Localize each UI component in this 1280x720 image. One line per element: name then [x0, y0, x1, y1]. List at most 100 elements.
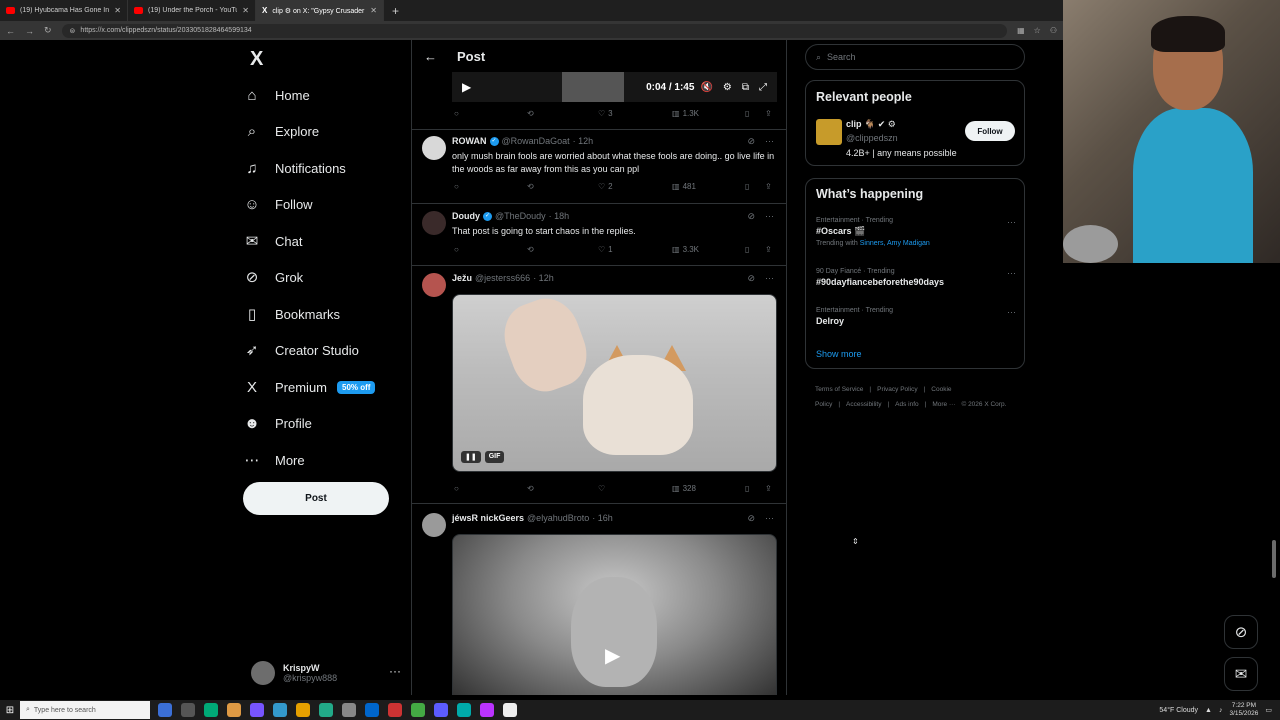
repost-icon[interactable]: ⟲ — [527, 109, 534, 118]
sidebar-item-chat[interactable]: ✉ Chat — [243, 226, 303, 256]
person-handle[interactable]: @clippedszn — [846, 133, 898, 143]
clock[interactable]: 7:22 PM 3/15/2026 — [1229, 702, 1258, 718]
app-icon[interactable] — [480, 703, 494, 717]
more-options-icon[interactable]: ··· — [1007, 307, 1016, 317]
bookmark-icon[interactable]: ▯ — [745, 109, 749, 118]
share-icon[interactable]: ⇪ — [765, 182, 772, 191]
gif-media[interactable]: ❚❚ GIF — [452, 294, 777, 472]
reply-icon[interactable]: ○ — [454, 245, 459, 254]
like-button[interactable]: ♡ 1 — [598, 245, 613, 254]
reload-icon[interactable]: ↻ — [44, 25, 52, 36]
like-button[interactable]: ♡ — [598, 484, 605, 493]
views-button[interactable]: ▥ 481 — [672, 182, 696, 191]
reply-tweet[interactable]: ROWAN ✓ @RowanDaGoat · 12h ⊘ ··· only mus… — [412, 136, 786, 204]
sidebar-item-more[interactable]: ⋯ More — [243, 445, 305, 475]
grok-icon[interactable]: ⊘ — [1224, 615, 1258, 649]
author-name[interactable]: jéwsR nickGeers — [452, 513, 524, 523]
trend-item[interactable]: Entertainment · Trending Delroy ··· — [816, 307, 1016, 326]
trend-item[interactable]: 90 Day Fiancé · Trending #90dayfiancebef… — [816, 268, 1016, 287]
grok-icon[interactable]: ⊘ — [747, 513, 755, 524]
more-options-icon[interactable]: ··· — [765, 211, 774, 222]
more-options-icon[interactable]: ··· — [765, 273, 774, 284]
views-button[interactable]: ▥ 328 — [672, 484, 696, 493]
tweet-time[interactable]: · 16h — [592, 513, 613, 523]
bookmark-icon[interactable]: ▯ — [745, 245, 749, 254]
share-icon[interactable]: ⇪ — [765, 484, 772, 493]
reply-tweet[interactable]: jéwsR nickGeers @elyahudBroto · 16h ⊘ ···… — [412, 513, 786, 695]
back-arrow-icon[interactable]: ← — [424, 49, 437, 64]
show-more-link[interactable]: Show more — [816, 349, 862, 359]
play-icon[interactable]: ▶ — [462, 80, 480, 94]
network-icon[interactable]: ▲ — [1205, 707, 1212, 714]
avatar[interactable] — [422, 513, 446, 537]
author-handle[interactable]: @TheDoudy — [495, 211, 546, 221]
reply-icon[interactable]: ○ — [454, 109, 459, 118]
tweet-time[interactable]: · 12h — [573, 136, 594, 146]
weather-text[interactable]: 54°F Cloudy — [1159, 707, 1198, 714]
back-arrow-icon[interactable]: ← — [6, 26, 15, 36]
site-info-icon[interactable]: ⊜ — [70, 27, 76, 35]
views-button[interactable]: ▥ 1.3K — [672, 109, 699, 118]
like-button[interactable]: ♡ 2 — [598, 182, 613, 191]
footer-link[interactable]: Ads info — [895, 401, 919, 408]
account-switcher[interactable]: KrispyW @krispyw888 ··· — [251, 658, 401, 688]
x-logo[interactable]: X — [250, 48, 263, 71]
fullscreen-icon[interactable]: ⤢ — [759, 82, 767, 93]
sidebar-item-grok[interactable]: ⊘ Grok — [243, 262, 303, 292]
forward-arrow-icon[interactable]: → — [25, 26, 34, 36]
avatar[interactable] — [816, 119, 842, 145]
settings-icon[interactable]: ⚙ — [723, 82, 732, 93]
app-icon[interactable] — [227, 703, 241, 717]
messages-icon[interactable]: ✉ — [1224, 657, 1258, 691]
extensions-icon[interactable]: ▦ — [1017, 26, 1025, 35]
footer-link[interactable]: Terms of Service — [815, 386, 863, 393]
app-icon[interactable] — [342, 703, 356, 717]
grok-icon[interactable]: ⊘ — [747, 273, 755, 284]
close-tab-icon[interactable]: ✕ — [242, 6, 249, 15]
app-icon[interactable] — [250, 703, 264, 717]
tweet-time[interactable]: · 12h — [533, 273, 554, 283]
post-button[interactable]: Post — [243, 482, 389, 515]
repost-icon[interactable]: ⟲ — [527, 182, 534, 191]
sidebar-item-profile[interactable]: ☻ Profile — [243, 408, 312, 438]
search-input[interactable]: ⌕ Search — [805, 44, 1025, 70]
app-icon[interactable] — [388, 703, 402, 717]
new-tab-icon[interactable]: + — [384, 4, 407, 18]
app-icon[interactable] — [158, 703, 172, 717]
profile-icon[interactable]: ⚇ — [1050, 26, 1057, 35]
volume-icon[interactable]: ♪ — [1219, 707, 1223, 714]
footer-link[interactable]: Privacy Policy — [877, 386, 917, 393]
author-handle[interactable]: @jesterss666 — [475, 273, 530, 283]
picture-in-picture-icon[interactable]: ⧉ — [742, 82, 749, 93]
footer-link[interactable]: More ··· — [932, 401, 955, 408]
app-icon[interactable] — [434, 703, 448, 717]
follow-button[interactable]: Follow — [965, 121, 1015, 141]
bookmark-icon[interactable]: ▯ — [745, 484, 749, 493]
share-icon[interactable]: ⇪ — [765, 109, 772, 118]
trend-item[interactable]: Entertainment · Trending #Oscars 🎬 Trend… — [816, 217, 1016, 247]
views-button[interactable]: ▥ 3.3K — [672, 245, 699, 254]
author-handle[interactable]: @RowanDaGoat — [502, 136, 570, 146]
favorite-icon[interactable]: ☆ — [1034, 26, 1041, 35]
sidebar-item-premium[interactable]: X Premium 50% off — [243, 372, 376, 402]
video-media[interactable]: ▶ — [452, 534, 777, 695]
footer-link[interactable]: © 2026 X Corp. — [961, 401, 1006, 408]
browser-tab[interactable]: (19) Hyubcama Has Gone Insane! ✕ — [0, 0, 128, 21]
app-icon[interactable] — [457, 703, 471, 717]
close-tab-icon[interactable]: ✕ — [370, 6, 377, 15]
grok-icon[interactable]: ⊘ — [747, 136, 755, 147]
close-tab-icon[interactable]: ✕ — [114, 6, 121, 15]
author-name[interactable]: Ježu — [452, 273, 472, 283]
person-name[interactable]: clip 🐐 ✔ ⚙ — [846, 119, 896, 130]
sidebar-item-bookmarks[interactable]: ▯ Bookmarks — [243, 299, 340, 329]
reply-icon[interactable]: ○ — [454, 484, 459, 493]
sidebar-item-explore[interactable]: ⌕ Explore — [243, 116, 319, 146]
scrollbar[interactable] — [1272, 540, 1276, 578]
sidebar-item-notifications[interactable]: ♫ Notifications — [243, 153, 345, 183]
app-icon[interactable] — [296, 703, 310, 717]
author-handle[interactable]: @elyahudBroto — [527, 513, 589, 523]
reply-tweet[interactable]: Doudy ✓ @TheDoudy · 18h ⊘ ··· That post i… — [412, 211, 786, 266]
pause-icon[interactable]: ❚❚ — [461, 451, 481, 463]
app-icon[interactable] — [181, 703, 195, 717]
app-icon[interactable] — [204, 703, 218, 717]
